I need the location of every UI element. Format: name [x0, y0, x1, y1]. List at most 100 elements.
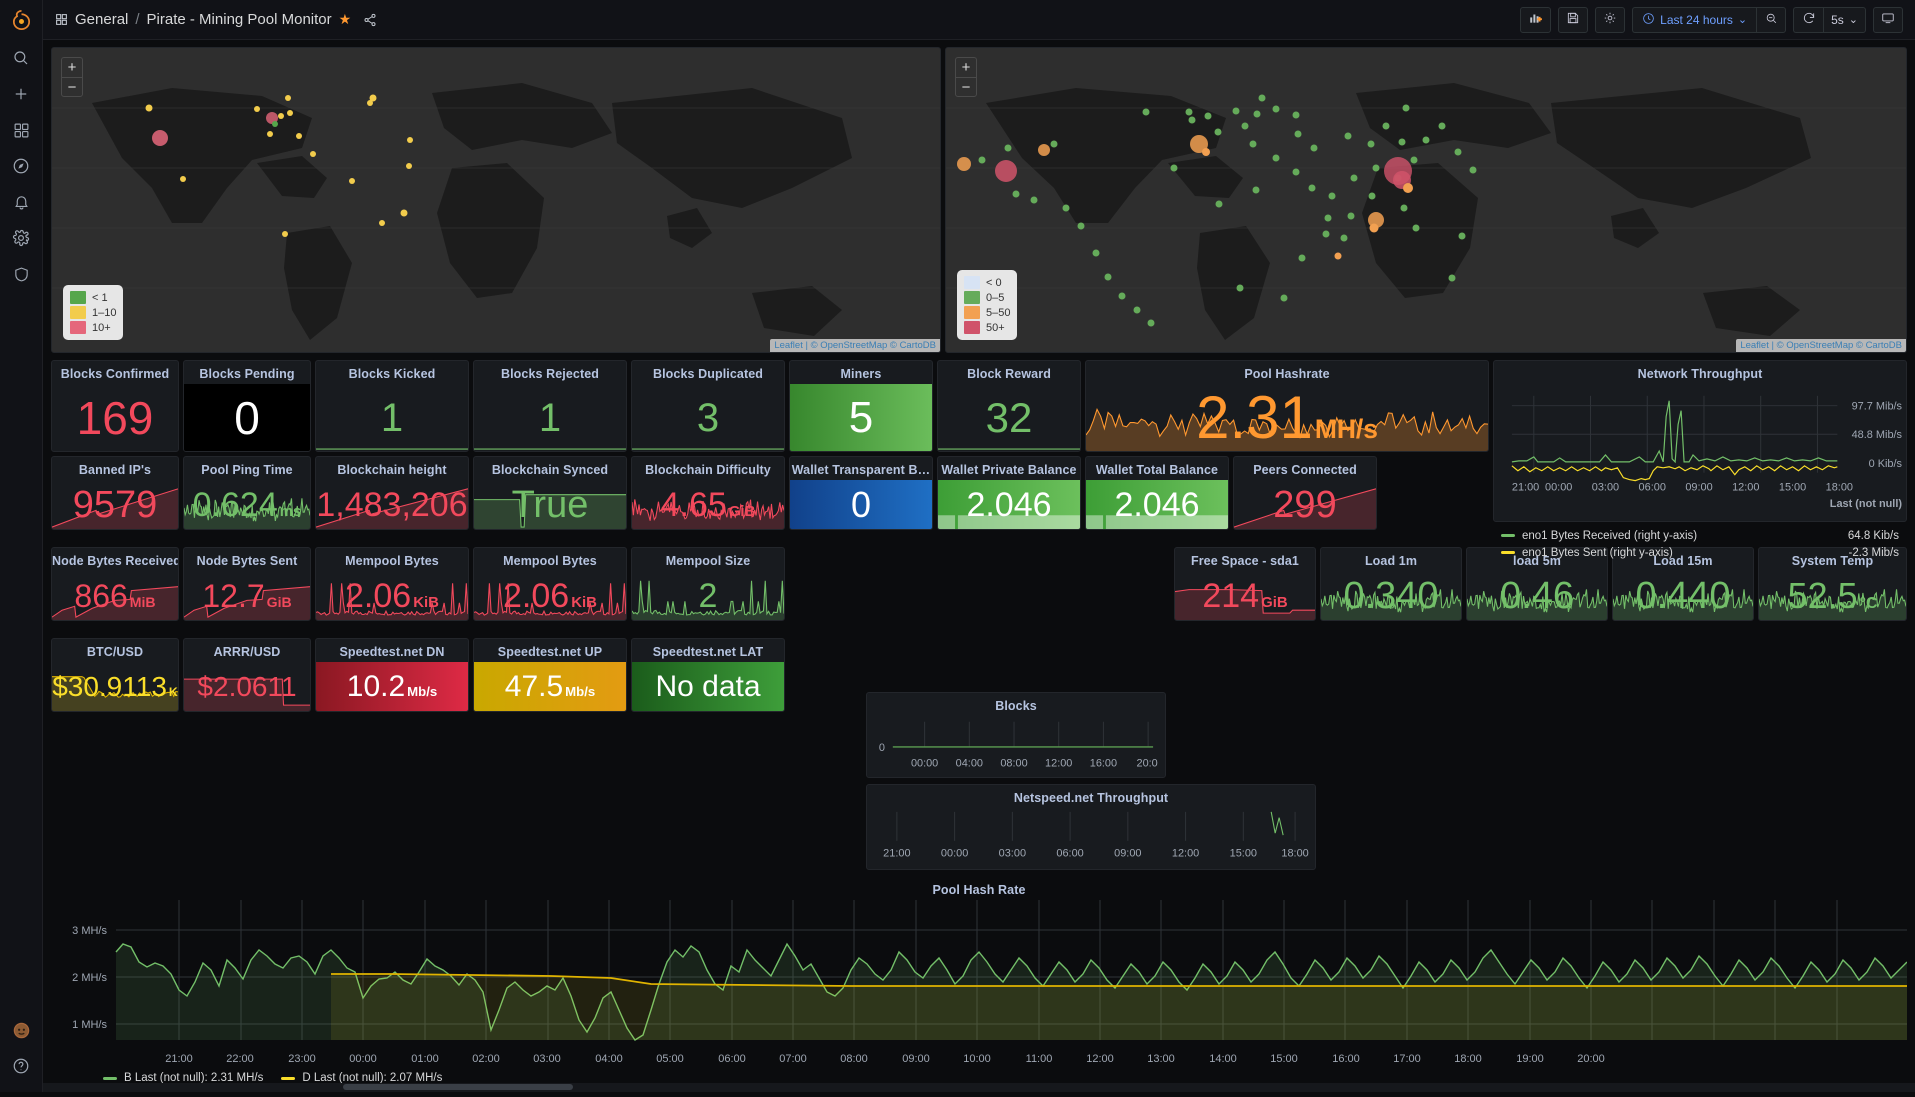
sidebar-item-search[interactable]: [0, 40, 43, 76]
stat-panel-pool-hashrate[interactable]: Pool Hashrate2.31MH/s: [1085, 360, 1489, 452]
stat-panel-body: 0: [184, 384, 310, 451]
stat-panel-blocks-duplicated[interactable]: Blocks Duplicated3: [631, 360, 785, 452]
stat-panel-mempool-bytes-2[interactable]: Mempool Bytes2.06KiB: [473, 547, 627, 621]
stat-value-unit: GiB: [729, 503, 756, 520]
map-zoom-controls-left[interactable]: + −: [61, 57, 83, 97]
stat-panel-btc-usd[interactable]: BTC/USD$30.9113K: [51, 638, 179, 712]
map-zoom-in-button[interactable]: +: [955, 57, 977, 77]
time-range-label: Last 24 hours: [1660, 13, 1733, 27]
map-attribution-right[interactable]: Leaflet | © OpenStreetMap © CartoDB: [1736, 339, 1906, 352]
legend-item[interactable]: eno1 Bytes Sent (right y-axis) -2.3 Mib/…: [1501, 544, 1899, 561]
horizontal-scrollbar[interactable]: [43, 1083, 1915, 1092]
network-throughput-plot[interactable]: 21:00 00:00 03:00 06:00 09:00 12:00 15:0…: [1494, 384, 1906, 521]
stat-panel-body: 1: [474, 384, 626, 451]
stat-panel-miners[interactable]: Miners5: [789, 360, 933, 452]
sidebar-item-server-admin[interactable]: [0, 256, 43, 292]
stat-panel-value: 0.46: [1467, 577, 1607, 615]
x-axis-tick-label: 04:00: [595, 1053, 623, 1065]
stat-panel-value: 2.06KiB: [316, 579, 468, 613]
stat-panel-node-bytes-received[interactable]: Node Bytes Received866MiB: [51, 547, 179, 621]
stat-panel-mempool-size[interactable]: Mempool Size2: [631, 547, 785, 621]
worldmap-graphic-left: [52, 48, 940, 352]
stat-panel-blockchain-difficulty[interactable]: Blockchain Difficulty4.65GiB: [631, 456, 785, 530]
stat-panel-value: 4.65GiB: [632, 488, 784, 522]
pool-hash-rate-panel[interactable]: Pool Hash Rate: [51, 877, 1907, 1092]
map-zoom-out-button[interactable]: −: [955, 77, 977, 97]
stat-panel-blocks-confirmed[interactable]: Blocks Confirmed169: [51, 360, 179, 452]
stat-panel-load-1m[interactable]: Load 1m0.340: [1320, 547, 1462, 621]
map-legend-row: 5–50: [964, 305, 1010, 320]
legend-item[interactable]: eno1 Bytes Received (right y-axis) 64.8 …: [1501, 527, 1899, 544]
stat-panel-speedtest-up[interactable]: Speedtest.net UP47.5Mb/s: [473, 638, 627, 712]
network-throughput-panel[interactable]: Network Throughput 21:00 00:00 03:00 06:…: [1493, 360, 1907, 522]
map-zoom-in-button[interactable]: +: [61, 57, 83, 77]
blocks-panel-plot[interactable]: 0 00:00 04:00 08:00 12:00 16:00 20:0: [867, 716, 1165, 777]
stat-panel-node-bytes-sent[interactable]: Node Bytes Sent12.7GiB: [183, 547, 311, 621]
stat-panel-banned-ips[interactable]: Banned IP's9579: [51, 456, 179, 530]
stat-panel-title: Free Space - sda1: [1175, 548, 1315, 571]
scrollbar-thumb[interactable]: [343, 1084, 573, 1090]
sidebar-item-alerting[interactable]: [0, 184, 43, 220]
star-icon[interactable]: ★: [339, 11, 352, 28]
sidebar-item-dashboards[interactable]: [0, 112, 43, 148]
stat-panel-title: Wallet Transparent B…: [790, 457, 932, 480]
map-zoom-controls-right[interactable]: + −: [955, 57, 977, 97]
chevron-down-icon: ⌄: [1738, 13, 1747, 26]
blocks-panel[interactable]: Blocks 0 00:00 04:00 08:00 12:00 16:00 2…: [866, 692, 1166, 778]
time-range-picker[interactable]: Last 24 hours ⌄: [1632, 7, 1756, 33]
zoom-out-time-button[interactable]: [1756, 7, 1786, 33]
stat-panel-blocks-kicked[interactable]: Blocks Kicked1: [315, 360, 469, 452]
stat-panel-body: 12.7GiB: [184, 571, 310, 620]
worldmap-canvas-right[interactable]: [946, 48, 1906, 352]
stat-panel-free-space-sda1[interactable]: Free Space - sda1214GiB: [1174, 547, 1316, 621]
x-axis-tick-label: 20:00: [1577, 1053, 1605, 1065]
stat-panel-blocks-pending[interactable]: Blocks Pending0: [183, 360, 311, 452]
clock-icon: [1642, 12, 1655, 28]
stat-panel-blockchain-height[interactable]: Blockchain height1,483,206: [315, 456, 469, 530]
netspeed-throughput-panel[interactable]: Netspeed.net Throughput 21:00 00:00 03:0…: [866, 784, 1316, 870]
stat-panel-mempool-bytes-1[interactable]: Mempool Bytes2.06KiB: [315, 547, 469, 621]
dashboard-settings-button[interactable]: [1595, 7, 1625, 33]
stat-panel-wallet-private-balance[interactable]: Wallet Private Balance2.046: [937, 456, 1081, 530]
map-zoom-out-button[interactable]: −: [61, 77, 83, 97]
stat-panel-pool-ping-time[interactable]: Pool Ping Time0.624ms: [183, 456, 311, 530]
breadcrumb-folder[interactable]: General: [75, 11, 128, 28]
tv-mode-button[interactable]: [1873, 7, 1903, 33]
netspeed-throughput-plot[interactable]: 21:00 00:00 03:00 06:00 09:00 12:00 15:0…: [867, 808, 1315, 869]
sidebar-item-configuration[interactable]: [0, 220, 43, 256]
pool-hash-rate-plot[interactable]: 3 MH/s 2 MH/s 1 MH/s 21:0022:0023:0000:0…: [51, 900, 1907, 1092]
x-axis-tick-label: 02:00: [472, 1053, 500, 1065]
grafana-logo-icon[interactable]: [0, 0, 43, 40]
stat-panel-body: 47.5Mb/s: [474, 662, 626, 711]
add-panel-button[interactable]: [1520, 7, 1551, 33]
page-title[interactable]: Pirate - Mining Pool Monitor: [147, 11, 332, 28]
stat-panel-wallet-transparent-balance[interactable]: Wallet Transparent B…0: [789, 456, 933, 530]
stat-panel-blocks-rejected[interactable]: Blocks Rejected1: [473, 360, 627, 452]
stat-panel-block-reward[interactable]: Block Reward32: [937, 360, 1081, 452]
stat-panel-speedtest-dn[interactable]: Speedtest.net DN10.2Mb/s: [315, 638, 469, 712]
user-avatar-icon[interactable]: [0, 1012, 43, 1048]
sidebar-item-explore[interactable]: [0, 148, 43, 184]
stat-panel-peers-connected[interactable]: Peers Connected299: [1233, 456, 1377, 530]
stat-panel-value: 9579: [52, 486, 178, 524]
legend-swatch: [1501, 534, 1515, 537]
worldmap-panel-right[interactable]: + − < 00–55–5050+ Leaflet | © OpenStreet…: [945, 47, 1907, 353]
worldmap-canvas-left[interactable]: [52, 48, 940, 352]
stat-panel-value: 169: [52, 395, 178, 441]
refresh-button[interactable]: [1793, 7, 1823, 33]
refresh-interval-picker[interactable]: 5s ⌄: [1823, 7, 1866, 33]
stat-panel-value: 12.7GiB: [184, 580, 310, 612]
worldmap-panel-left[interactable]: + − < 11–1010+ Leaflet | © OpenStreetMap…: [51, 47, 941, 353]
stat-panel-speedtest-lat[interactable]: Speedtest.net LATNo data: [631, 638, 785, 712]
refresh-icon: [1802, 11, 1816, 28]
stat-panel-blockchain-synced[interactable]: Blockchain SyncedTrue: [473, 456, 627, 530]
stat-panel-arrr-usd[interactable]: ARRR/USD$2.0611: [183, 638, 311, 712]
stat-panel-wallet-total-balance[interactable]: Wallet Total Balance2.046: [1085, 456, 1229, 530]
stat-value-number: 866: [74, 578, 127, 614]
sidebar-item-create[interactable]: [0, 76, 43, 112]
save-dashboard-button[interactable]: [1558, 7, 1588, 33]
map-legend-label: 5–50: [986, 307, 1010, 319]
map-attribution-left[interactable]: Leaflet | © OpenStreetMap © CartoDB: [770, 339, 940, 352]
help-icon[interactable]: [0, 1048, 43, 1084]
share-icon[interactable]: [363, 13, 377, 27]
